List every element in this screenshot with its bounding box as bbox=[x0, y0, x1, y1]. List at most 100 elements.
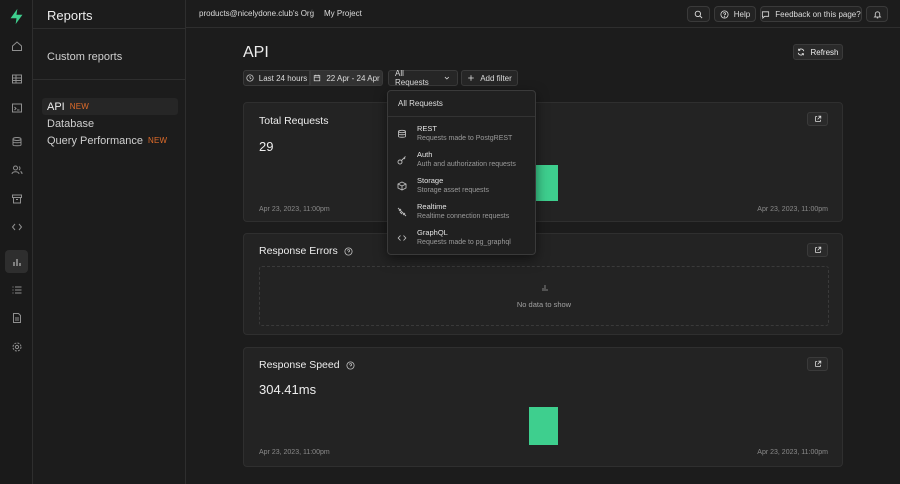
top-bar: products@nicelydone.club's Org / My Proj… bbox=[186, 0, 900, 28]
page-title: API bbox=[243, 44, 269, 61]
card-title: Total Requests bbox=[259, 115, 329, 127]
feedback-label: Feedback on this page? bbox=[775, 9, 861, 19]
search-icon bbox=[694, 10, 703, 18]
refresh-icon bbox=[798, 48, 805, 56]
response-speed-value: 304.41ms bbox=[259, 382, 317, 397]
dropdown-option-realtime[interactable]: Realtime Realtime connection requests bbox=[388, 200, 535, 224]
external-link-icon bbox=[814, 360, 821, 367]
dropdown-option-rest[interactable]: REST Requests made to PostgREST bbox=[388, 122, 535, 146]
card-title: Response Speed bbox=[259, 359, 355, 371]
key-icon bbox=[397, 156, 406, 165]
document-icon[interactable] bbox=[5, 306, 28, 329]
external-link-icon bbox=[814, 246, 821, 253]
database-icon bbox=[398, 129, 406, 138]
sidebar-item-label: Database bbox=[47, 117, 95, 130]
bar-chart-icon bbox=[542, 285, 548, 291]
sidebar-item-label: API bbox=[47, 100, 65, 113]
date-range-picker[interactable]: 22 Apr - 24 Apr bbox=[310, 70, 383, 86]
main-content: API Refresh Last 24 hours 22 Apr - 24 Ap… bbox=[186, 29, 900, 484]
option-label: GraphQL bbox=[417, 228, 448, 237]
plus-icon bbox=[468, 75, 475, 81]
option-label: Realtime bbox=[417, 202, 447, 211]
sidebar-title: Reports bbox=[47, 8, 93, 23]
help-label: Help bbox=[733, 9, 751, 19]
info-icon[interactable] bbox=[346, 360, 355, 370]
table-icon[interactable] bbox=[5, 67, 28, 90]
total-requests-value: 29 bbox=[259, 139, 274, 154]
search-button[interactable] bbox=[687, 6, 710, 22]
range-preset-button[interactable]: Last 24 hours bbox=[243, 70, 310, 86]
request-type-label: All Requests bbox=[395, 69, 429, 87]
response-speed-card: Response Speed 304.41ms Apr 23, 2023, 11… bbox=[243, 347, 843, 467]
custom-reports-link[interactable]: Custom reports bbox=[47, 51, 122, 63]
add-filter-label: Add filter bbox=[480, 73, 512, 83]
sidebar-item-database[interactable]: Database bbox=[42, 115, 178, 132]
bell-icon bbox=[873, 10, 881, 18]
option-description: Auth and authorization requests bbox=[417, 161, 516, 168]
calendar-icon bbox=[314, 74, 321, 82]
option-description: Requests made to pg_graphql bbox=[417, 239, 511, 246]
plug-off-icon bbox=[397, 207, 407, 217]
sidebar-item-api[interactable]: API NEW bbox=[42, 98, 178, 115]
list-icon[interactable] bbox=[5, 278, 28, 301]
refresh-button[interactable]: Refresh bbox=[793, 44, 843, 60]
x-axis-end-label: Apr 23, 2023, 11:00pm bbox=[757, 449, 828, 456]
users-icon[interactable] bbox=[5, 158, 28, 181]
total-requests-card: Total Requests 29 Apr 23, 2023, 11:00pm … bbox=[243, 102, 843, 222]
notifications-button[interactable] bbox=[866, 6, 888, 22]
card-title-label: Response Speed bbox=[259, 359, 340, 371]
help-button[interactable]: Help bbox=[714, 6, 756, 22]
dropdown-option-storage[interactable]: Storage Storage asset requests bbox=[388, 174, 535, 198]
chart-bar bbox=[536, 165, 558, 201]
divider bbox=[33, 28, 186, 29]
request-type-dropdown: All Requests REST Requests made to Postg… bbox=[387, 90, 536, 255]
database-icon[interactable] bbox=[5, 130, 28, 153]
range-preset-label: Last 24 hours bbox=[258, 73, 308, 83]
box-icon bbox=[397, 181, 407, 191]
option-label: REST bbox=[417, 124, 438, 133]
archive-icon[interactable] bbox=[5, 187, 28, 210]
new-badge: NEW bbox=[69, 102, 89, 111]
option-description: Realtime connection requests bbox=[417, 213, 510, 220]
x-axis-start-label: Apr 23, 2023, 11:00pm bbox=[259, 206, 330, 213]
card-title: Response Errors bbox=[259, 245, 353, 257]
breadcrumb-separator: / bbox=[310, 8, 313, 18]
help-icon bbox=[720, 9, 729, 19]
settings-icon[interactable] bbox=[5, 335, 28, 358]
request-type-select[interactable]: All Requests bbox=[388, 69, 458, 87]
external-link-icon bbox=[814, 115, 821, 122]
no-data-label: No data to show bbox=[516, 300, 572, 309]
option-description: Storage asset requests bbox=[417, 187, 489, 194]
open-external-button[interactable] bbox=[807, 112, 828, 126]
breadcrumb-project[interactable]: My Project bbox=[324, 9, 362, 18]
icon-rail bbox=[0, 0, 33, 484]
terminal-icon[interactable] bbox=[5, 96, 28, 119]
info-icon[interactable] bbox=[344, 246, 353, 256]
x-axis-start-label: Apr 23, 2023, 11:00pm bbox=[259, 449, 330, 456]
home-icon[interactable] bbox=[5, 34, 28, 57]
open-external-button[interactable] bbox=[807, 357, 828, 371]
supabase-logo-icon[interactable] bbox=[8, 8, 25, 25]
chart-bar bbox=[529, 407, 558, 445]
chevron-down-icon bbox=[444, 76, 450, 80]
option-label: Storage bbox=[417, 176, 444, 185]
code-icon[interactable] bbox=[5, 215, 28, 238]
breadcrumb-org[interactable]: products@nicelydone.club's Org bbox=[199, 9, 314, 18]
code-icon bbox=[397, 235, 407, 241]
message-icon bbox=[762, 10, 770, 19]
open-external-button[interactable] bbox=[807, 243, 828, 257]
option-label: Auth bbox=[417, 150, 433, 159]
reports-icon[interactable] bbox=[5, 250, 28, 273]
card-title-label: Response Errors bbox=[259, 245, 338, 257]
dropdown-option-all-requests[interactable]: All Requests bbox=[398, 99, 443, 108]
sidebar-item-query-performance[interactable]: Query Performance NEW bbox=[42, 132, 178, 149]
refresh-label: Refresh bbox=[810, 47, 839, 57]
response-errors-card: Response Errors No data to show bbox=[243, 233, 843, 335]
dropdown-option-auth[interactable]: Auth Auth and authorization requests bbox=[388, 148, 535, 172]
feedback-button[interactable]: Feedback on this page? bbox=[760, 6, 862, 22]
empty-chart: No data to show bbox=[259, 266, 829, 326]
dropdown-option-graphql[interactable]: GraphQL Requests made to pg_graphql bbox=[388, 226, 535, 250]
add-filter-button[interactable]: Add filter bbox=[461, 70, 518, 86]
sidebar-item-label: Query Performance bbox=[47, 134, 143, 147]
divider bbox=[388, 116, 535, 117]
